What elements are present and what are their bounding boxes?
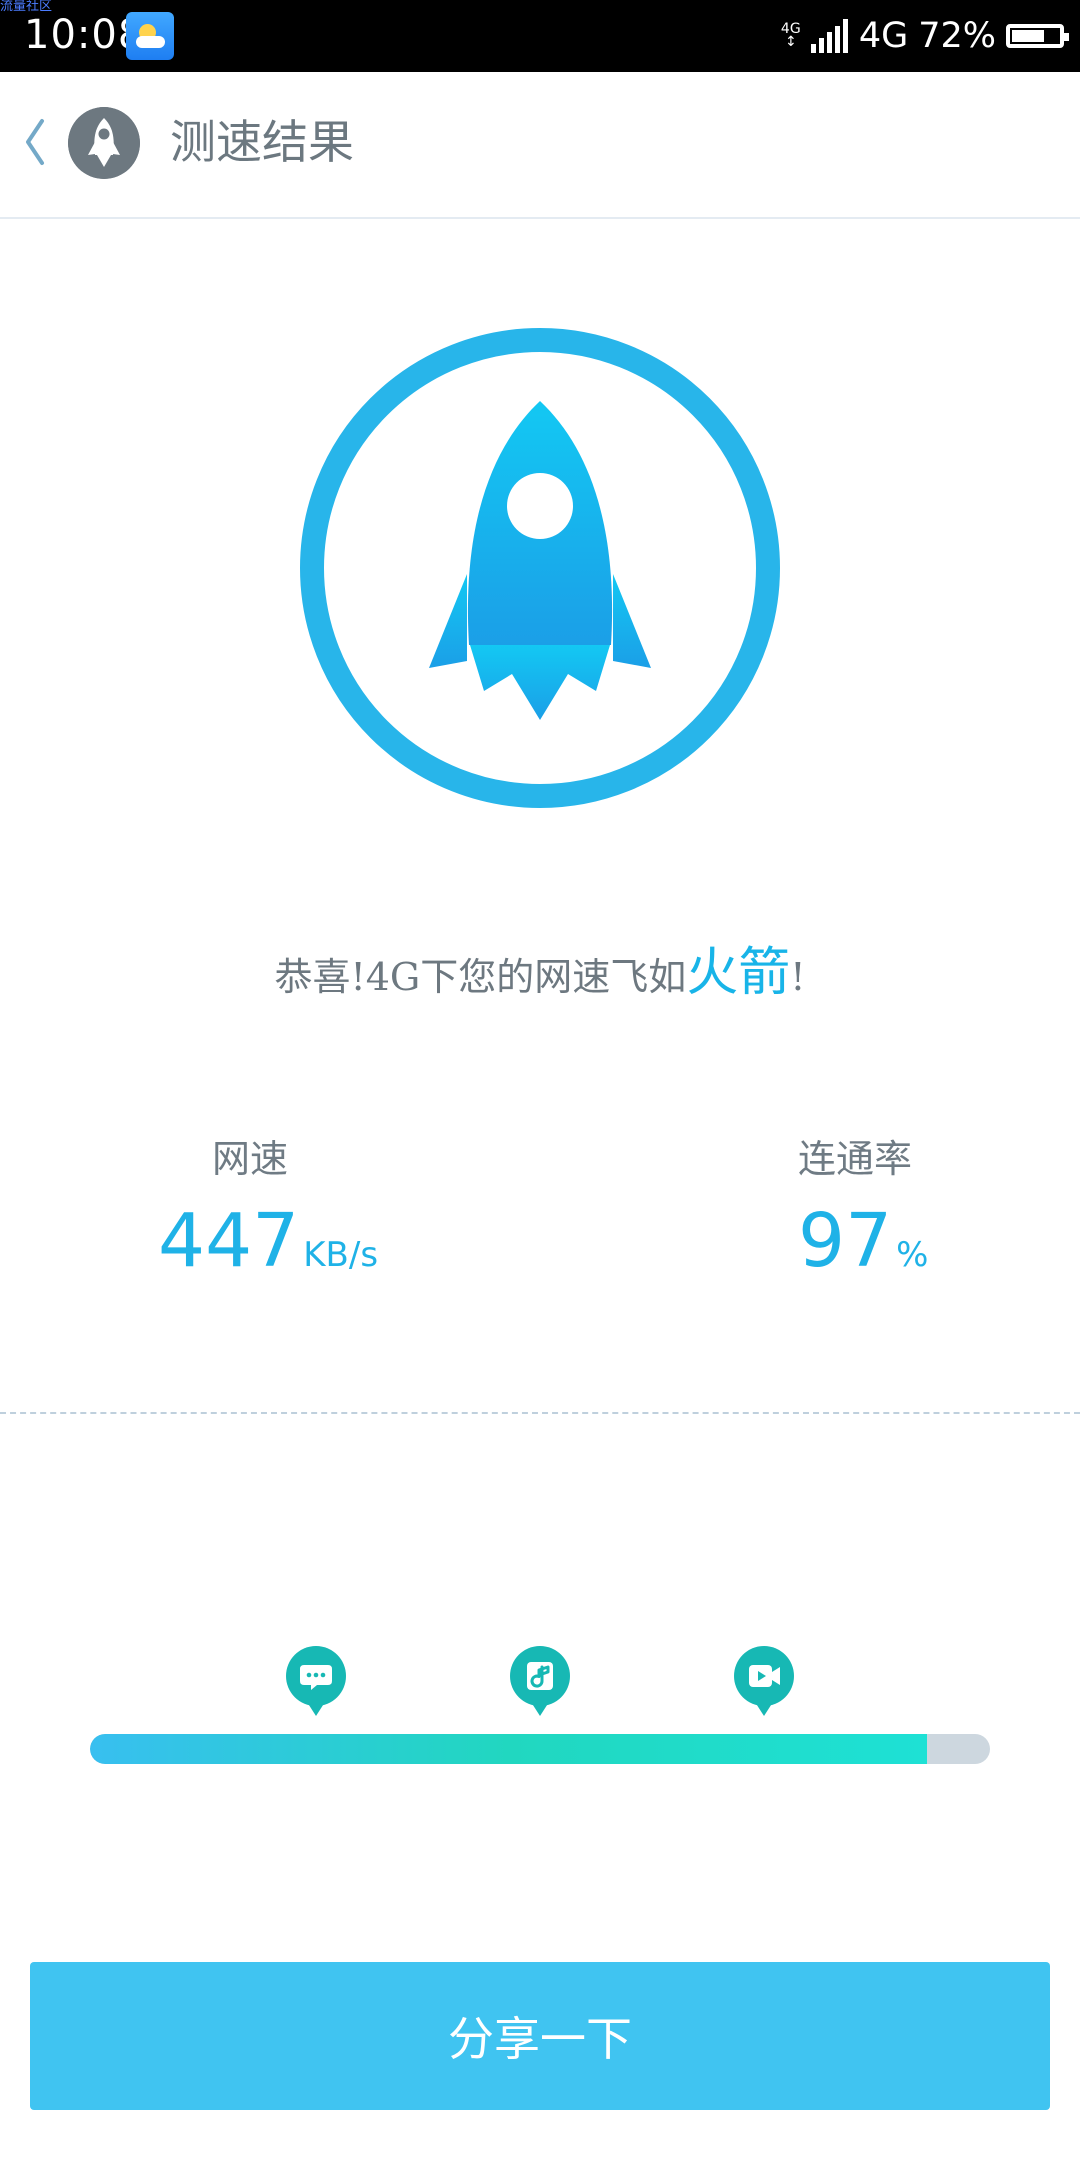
speed-value: 447 (158, 1198, 300, 1284)
result-message-highlight: 火箭 (686, 943, 791, 1003)
music-marker-tip (531, 1702, 549, 1716)
small-network-indicator: 4G ↕ (781, 22, 801, 50)
chat-icon (300, 1665, 332, 1690)
status-indicators: 4G ↕ 4G 72% (781, 14, 1069, 58)
share-button[interactable]: 分享一下 (30, 1962, 1050, 2110)
battery-percentage: 72% (918, 16, 996, 56)
small-network-bottom: ↕ (784, 34, 797, 50)
status-bar: 流量社区 10:08 4G ↕ 4G 72% (0, 0, 1080, 72)
speed-unit: KB/s (303, 1235, 379, 1275)
speed-value-group: 447 KB/s (158, 1196, 378, 1300)
music-marker (510, 1646, 570, 1730)
section-divider (0, 1412, 1080, 1414)
battery-icon (1006, 24, 1069, 48)
result-message-suffix: ! (790, 955, 806, 999)
rocket-avatar-icon (68, 107, 140, 179)
result-message: 恭喜!4G下您的网速飞如火箭! (0, 930, 1080, 1005)
connectivity-value-group: 97% (798, 1196, 928, 1300)
result-message-prefix: 恭喜!4G下您的网速飞如 (274, 955, 687, 999)
chat-marker-tip (307, 1702, 325, 1716)
video-marker (734, 1646, 794, 1730)
progress-fill (90, 1734, 927, 1764)
connectivity-unit: % (896, 1235, 929, 1275)
signal-icon (810, 19, 849, 53)
back-icon[interactable] (18, 115, 48, 169)
page-title: 测速结果 (170, 115, 354, 169)
top-navigation: 测速结果 (0, 72, 1080, 219)
network-type: 4G (858, 16, 909, 56)
music-icon (527, 1662, 553, 1690)
rocket-icon (429, 401, 651, 720)
video-icon (749, 1665, 780, 1687)
chat-marker (286, 1646, 346, 1730)
progress-track (90, 1734, 990, 1764)
battery-level-fill (1012, 30, 1044, 42)
video-marker-tip (755, 1702, 773, 1716)
connectivity-value: 97 (798, 1198, 893, 1284)
connectivity-label: 连通率 (798, 1137, 913, 1181)
speed-label: 网速 (212, 1137, 289, 1181)
weather-icon (126, 12, 174, 60)
